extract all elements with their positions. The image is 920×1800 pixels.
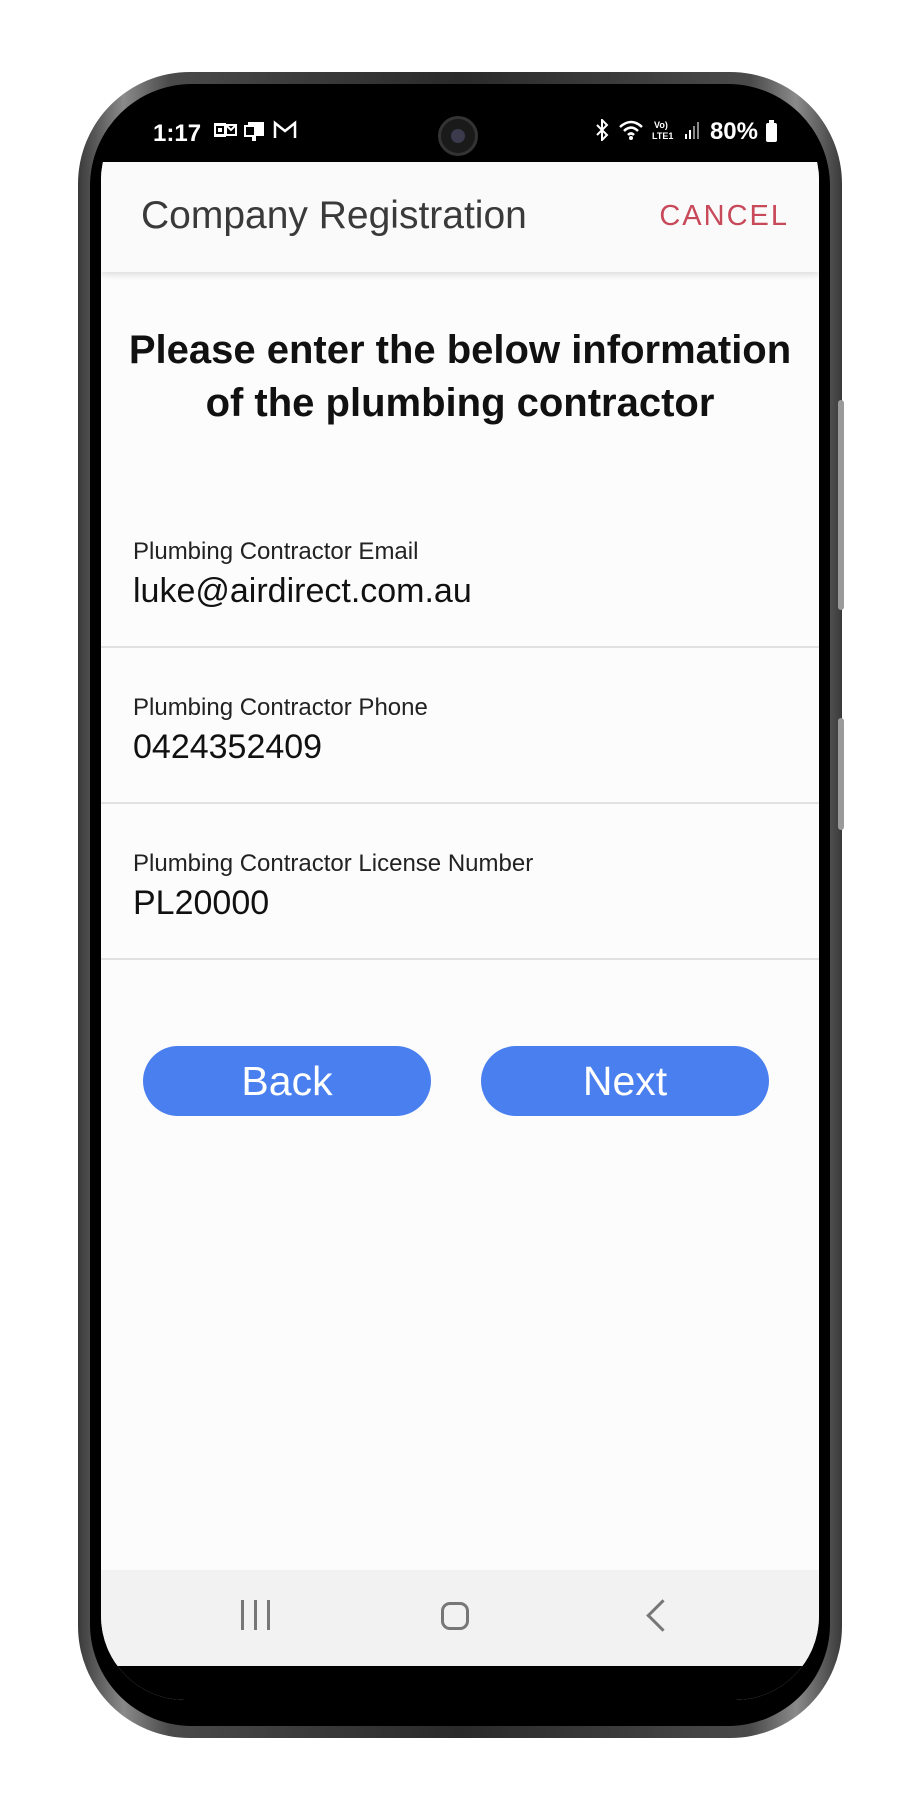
license-field-value[interactable]: PL20000 — [133, 884, 269, 923]
license-field-label: Plumbing Contractor License Number — [133, 850, 534, 877]
email-field-value[interactable]: luke@airdirect.com.au — [133, 572, 472, 611]
phone-field-value[interactable]: 0424352409 — [133, 728, 322, 767]
phone-field[interactable]: Plumbing Contractor Phone 0424352409 — [101, 648, 819, 804]
volte-icon: Vo) LTE1 — [652, 119, 676, 146]
instruction-line-2: of the plumbing contractor — [205, 381, 715, 425]
back-button[interactable]: Back — [143, 1046, 431, 1116]
svg-text:LTE1: LTE1 — [652, 131, 673, 141]
license-field[interactable]: Plumbing Contractor License Number PL200… — [101, 804, 819, 960]
front-camera — [438, 116, 478, 156]
instruction-text: Please enter the below information of th… — [101, 324, 819, 430]
screen: 1:17 Vo) LTE1 80% Company Registration C… — [101, 96, 819, 1700]
next-button[interactable]: Next — [481, 1046, 769, 1116]
clipboard-icon — [243, 120, 267, 147]
volume-button — [838, 400, 844, 610]
instruction-line-1: Please enter the below information — [128, 328, 792, 372]
gmail-icon — [273, 120, 297, 147]
app-header: Company Registration CANCEL — [101, 162, 819, 272]
bluetooth-icon — [594, 117, 610, 146]
phone-field-label: Plumbing Contractor Phone — [133, 694, 428, 721]
email-field-label: Plumbing Contractor Email — [133, 538, 419, 565]
page-title: Company Registration — [141, 194, 527, 237]
power-button — [838, 718, 844, 830]
signal-icon — [684, 120, 702, 145]
wifi-icon — [618, 119, 644, 146]
email-field[interactable]: Plumbing Contractor Email luke@airdirect… — [101, 492, 819, 648]
recents-icon[interactable] — [241, 1600, 270, 1630]
system-icons: Vo) LTE1 80% — [594, 117, 777, 146]
home-icon[interactable] — [441, 1602, 469, 1630]
battery-icon — [766, 119, 777, 142]
outlook-icon — [213, 120, 237, 147]
svg-text:Vo): Vo) — [654, 120, 668, 130]
notification-icons — [213, 120, 297, 147]
navigation-bar — [101, 1570, 819, 1666]
cancel-button[interactable]: CANCEL — [659, 200, 789, 233]
screen-bottom-bezel — [101, 1666, 819, 1700]
status-bar: 1:17 Vo) LTE1 80% — [101, 96, 819, 162]
battery-percent: 80% — [709, 118, 758, 145]
back-icon[interactable] — [646, 1599, 679, 1632]
app-content: Company Registration CANCEL Please enter… — [101, 162, 819, 1700]
status-time: 1:17 — [153, 120, 202, 147]
